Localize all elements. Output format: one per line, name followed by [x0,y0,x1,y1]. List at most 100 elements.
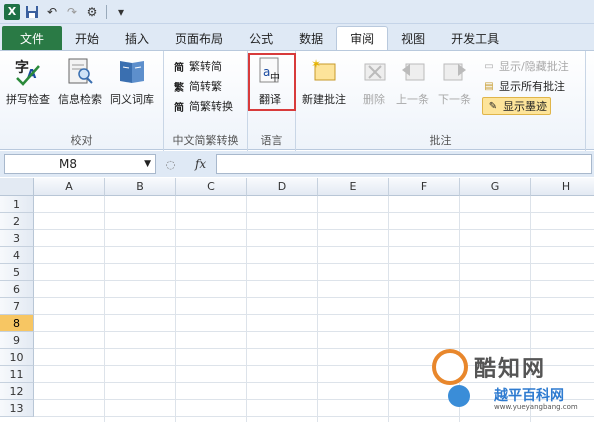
more-commands-icon[interactable]: ▾ [113,4,129,20]
book-icon [116,55,148,87]
formula-controls: ◌ fx [156,157,216,171]
show-ink-button[interactable]: ✎ 显示墨迹 [482,97,551,115]
tab-view[interactable]: 视图 [388,26,438,50]
row-header[interactable]: 6 [0,281,34,298]
traditional-icon: 繁 [174,82,184,94]
previous-comment-icon [397,55,429,87]
column-header[interactable]: A [34,178,105,196]
row-header[interactable]: 9 [0,332,34,349]
tab-page-layout[interactable]: 页面布局 [162,26,236,50]
next-comment-label: 下一条 [438,93,471,106]
row-header[interactable]: 10 [0,349,34,366]
svg-text:✶: ✶ [311,57,321,71]
column-header[interactable]: G [460,178,531,196]
ribbon-tabs: 文件 开始 插入 页面布局 公式 数据 审阅 视图 开发工具 [0,24,594,50]
chinese-conversion-group: 简 繁转简 繁 简转繁 简 简繁转换 中文简繁转换 [164,51,248,151]
insert-function-button[interactable]: fx [195,157,206,171]
name-box-dropdown-icon[interactable]: ▼ [144,159,151,169]
proofing-group-label: 校对 [70,134,93,147]
to-traditional-label: 简转繁 [189,80,222,93]
convert-button[interactable]: 简 简繁转换 [172,97,233,115]
delete-comment-icon [358,55,390,87]
name-box[interactable]: M8 ▼ [4,154,156,174]
select-all-corner[interactable] [0,178,34,196]
proofing-group: 字A 拼写检查 信息检索 同义词库 校对 [0,51,164,151]
thesaurus-label: 同义词库 [110,93,154,106]
previous-comment-label: 上一条 [396,93,429,106]
spell-check-icon: 字A [12,55,44,87]
spell-check-button[interactable]: 字A 拼写检查 [6,55,50,107]
highlight-frame [248,53,296,111]
watermark-subtitle: 越平百科网 [494,388,564,404]
expand-icon[interactable]: ◌ [166,158,176,171]
formula-input[interactable] [216,154,592,174]
undo-icon[interactable]: ↶ [44,4,60,20]
watermark-title: 酷知网 [474,357,547,382]
watermark-url: www.yueyangbang.com [494,403,578,411]
column-header[interactable]: H [531,178,594,196]
chinese-group-label: 中文简繁转换 [172,134,239,147]
customize-icon[interactable]: ⚙ [84,4,100,20]
ribbon-panel: 字A 拼写检查 信息检索 同义词库 校对 简 繁转简 繁 简转繁 简 简繁转换 … [0,50,594,151]
delete-comment-label: 删除 [363,93,385,106]
show-hide-comment-button[interactable]: ▭ 显示/隐藏批注 [482,57,568,75]
column-header[interactable]: D [247,178,318,196]
redo-icon[interactable]: ↷ [64,4,80,20]
tab-review[interactable]: 审阅 [336,26,389,50]
spell-check-label: 拼写检查 [6,93,50,106]
row-header[interactable]: 3 [0,230,34,247]
show-all-comments-label: 显示所有批注 [499,80,565,93]
new-comment-button[interactable]: ✶ 新建批注 [302,55,346,107]
new-comment-icon: ✶ [308,55,340,87]
to-traditional-button[interactable]: 繁 简转繁 [172,77,222,95]
row-header[interactable]: 2 [0,213,34,230]
tab-insert[interactable]: 插入 [112,26,162,50]
research-button[interactable]: 信息检索 [58,55,102,107]
ink-icon: ✎ [488,100,498,112]
watermark-wifi-icon [448,385,470,407]
row-header[interactable]: 1 [0,196,34,213]
row-header[interactable]: 5 [0,264,34,281]
tab-home[interactable]: 开始 [62,26,112,50]
row-header[interactable]: 7 [0,298,34,315]
column-header[interactable]: F [389,178,460,196]
column-header[interactable]: E [318,178,389,196]
next-comment-icon [439,55,471,87]
column-header[interactable]: B [105,178,176,196]
name-box-value: M8 [59,157,77,171]
thesaurus-button[interactable]: 同义词库 [110,55,154,107]
convert-icon: 简 [174,102,184,114]
tab-file[interactable]: 文件 [2,26,63,50]
comments-group: ✶ 新建批注 删除 上一条 下一条 ▭ 显示/隐藏批注 ▤ 显示所有批注 ✎ 显… [296,51,586,151]
save-icon[interactable] [24,4,40,20]
watermark-logo-icon [432,349,468,385]
row-header[interactable]: 11 [0,366,34,383]
excel-logo-icon: X [4,3,20,20]
tab-formulas[interactable]: 公式 [236,26,286,50]
formula-bar: M8 ▼ ◌ fx [0,151,594,177]
convert-label: 简繁转换 [189,100,233,113]
show-hide-comment-icon: ▭ [484,60,494,72]
previous-comment-button[interactable]: 上一条 [396,55,429,107]
tab-data[interactable]: 数据 [286,26,336,50]
research-label: 信息检索 [58,93,102,106]
delete-comment-button[interactable]: 删除 [358,55,390,107]
next-comment-button[interactable]: 下一条 [438,55,471,107]
comments-group-label: 批注 [429,134,452,147]
column-header[interactable]: C [176,178,247,196]
show-all-comments-icon: ▤ [484,80,494,92]
watermark: 酷知网 越平百科网 www.yueyangbang.com [430,345,590,419]
toolbar-separator [106,4,107,19]
row-header[interactable]: 8 [0,315,34,332]
show-all-comments-button[interactable]: ▤ 显示所有批注 [482,77,565,95]
tab-developer[interactable]: 开发工具 [438,26,512,50]
row-header[interactable]: 12 [0,383,34,400]
simplified-icon: 简 [174,62,184,74]
row-header[interactable]: 13 [0,400,34,417]
show-ink-label: 显示墨迹 [503,100,547,113]
row-header[interactable]: 4 [0,247,34,264]
language-group-label: 语言 [260,134,283,147]
quick-access-toolbar: X ↶ ↷ ⚙ ▾ [0,0,594,24]
to-simplified-label: 繁转简 [189,60,222,73]
to-simplified-button[interactable]: 简 繁转简 [172,57,222,75]
